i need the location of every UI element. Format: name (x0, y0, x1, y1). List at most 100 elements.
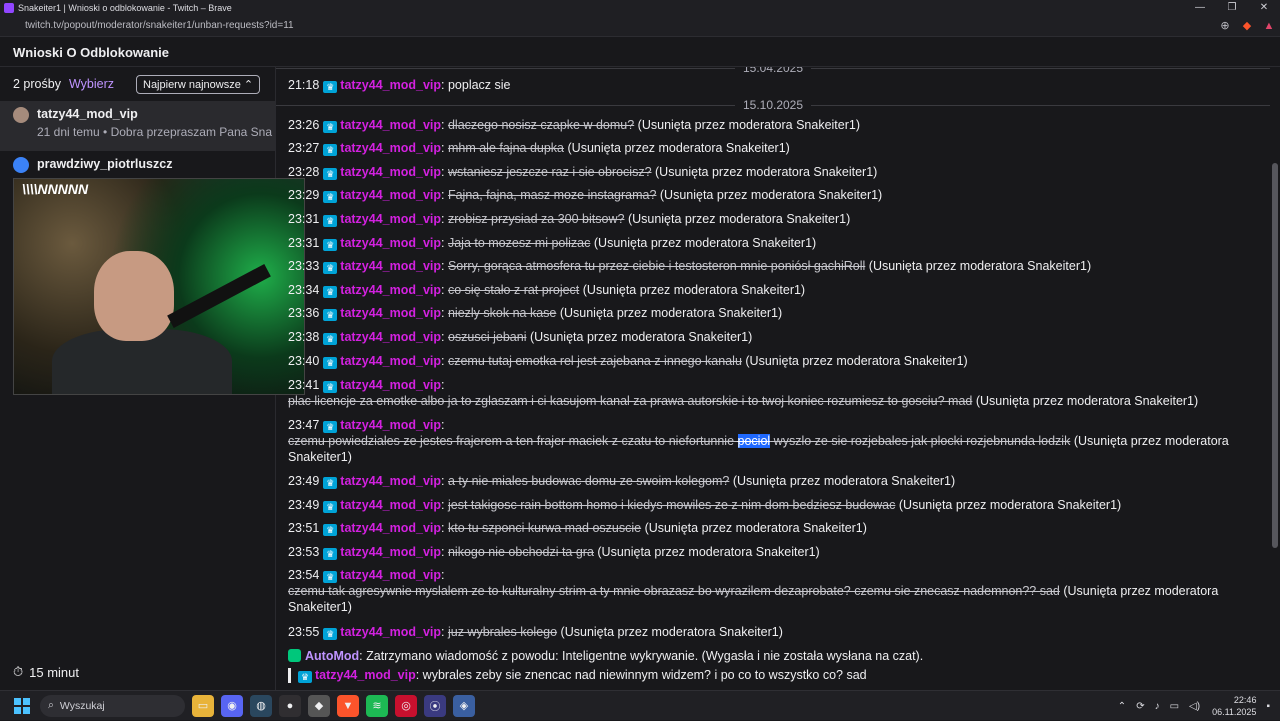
sidebar-toolbar: 2 prośby Wybierz Najpierw najnowsze ⌃ (0, 67, 275, 101)
vip-badge-icon: ♛ (323, 239, 338, 251)
spotify-icon[interactable]: ≋ (366, 694, 388, 717)
chat-message: 23:49 ♛ tatzy44_mod_vip: a ty nie miales b… (288, 474, 956, 489)
chat-username[interactable]: tatzy44_mod_vip (340, 474, 441, 488)
chat-message: 23:53 ♛ tatzy44_mod_vip: nikogo nie obchod… (288, 545, 820, 560)
automod-message: AutoMod: Zatrzymano wiadomość z powodu: … (288, 648, 1258, 664)
chat-username[interactable]: tatzy44_mod_vip (340, 378, 441, 392)
chat-username[interactable]: tatzy44_mod_vip (340, 545, 441, 559)
brave-icon[interactable]: ▼ (337, 694, 359, 717)
shield-app-icon[interactable]: ◆ (308, 694, 330, 717)
microphone-icon[interactable]: ♪ (1155, 701, 1160, 712)
webcam-person-face (94, 251, 174, 341)
zoom-icon[interactable]: ⊕ (1214, 19, 1236, 32)
vip-badge-icon: ♛ (323, 501, 338, 513)
chat-message: 23:47 ♛ tatzy44_mod_vip: czemu powiedziale… (288, 418, 1229, 464)
chat-message: 23:49 ♛ tatzy44_mod_vip: jest takigosc rai… (288, 498, 1122, 513)
system-tray: ⌃ ⟳ ♪ ▭ ◁) 22:46 06.11.2025 ▪ (1108, 691, 1270, 721)
chat-username[interactable]: tatzy44_mod_vip (340, 212, 441, 226)
chat-message: 23:29 ♛ tatzy44_mod_vip: Fajna, fajna, mas… (288, 188, 883, 203)
vip-badge-icon: ♛ (323, 421, 338, 433)
chat-username[interactable]: tatzy44_mod_vip (340, 521, 441, 535)
taskbar-search[interactable]: ⌕ Wyszukaj (40, 694, 185, 717)
vip-badge-icon: ♛ (323, 144, 338, 156)
brave-rewards-icon[interactable]: ▲ (1258, 20, 1280, 32)
vip-badge-icon: ♛ (323, 168, 338, 180)
chat-message: 23:34 ♛ tatzy44_mod_vip: co się stało z ra… (288, 283, 806, 298)
request-meta: 21 dni temu • Dobra przepraszam Pana Sna (37, 125, 272, 139)
chat-message: 23:40 ♛ tatzy44_mod_vip: czemu tutaj emotk… (288, 354, 968, 369)
chat-message: 23:28 ♛ tatzy44_mod_vip: wstaniesz jeszcze… (288, 165, 878, 180)
request-count: 2 prośby (13, 77, 61, 91)
notifications-icon[interactable]: ▪ (1266, 701, 1270, 712)
chat-username[interactable]: tatzy44_mod_vip (340, 625, 441, 639)
vip-badge-icon: ♛ (323, 286, 338, 298)
chat-username[interactable]: tatzy44_mod_vip (340, 165, 441, 179)
timeout-label: 15 minut (29, 664, 80, 680)
vip-badge-icon: ♛ (323, 548, 338, 560)
steam-icon[interactable]: ◍ (250, 694, 272, 717)
request-item[interactable]: tatzy44_mod_vip 21 dni temu • Dobra prze… (0, 101, 275, 151)
vip-badge-icon: ♛ (323, 215, 338, 227)
selected-text: pociol (737, 434, 771, 448)
chat-message: 23:27 ♛ tatzy44_mod_vip: mhm ale fajna dup… (288, 141, 790, 156)
windows-taskbar: ⌕ Wyszukaj ▭ ◉ ◍ ● ◆ ▼ ≋ ◎ ⦿ ◈ ⌃ ⟳ ♪ ▭ ◁)… (0, 690, 1280, 720)
vip-badge-icon: ♛ (323, 524, 338, 536)
volume-icon[interactable]: ◁) (1189, 701, 1200, 712)
request-username: prawdziwy_piotrluszcz (37, 157, 173, 171)
chevron-up-icon[interactable]: ⌃ (1118, 701, 1126, 712)
minimize-icon[interactable]: — (1184, 2, 1216, 13)
vip-badge-icon: ♛ (323, 333, 338, 345)
chat-username[interactable]: tatzy44_mod_vip (315, 668, 416, 682)
obs-icon[interactable]: ● (279, 694, 301, 717)
vip-badge-icon: ♛ (323, 628, 338, 640)
held-message-quote: ♛ tatzy44_mod_vip: wybrales zeby sie znen… (288, 668, 1248, 683)
scrollbar-thumb[interactable] (1272, 163, 1278, 548)
chat-username[interactable]: tatzy44_mod_vip (340, 141, 441, 155)
vip-badge-icon: ♛ (323, 309, 338, 321)
vip-badge-icon: ♛ (323, 262, 338, 274)
chat-username[interactable]: tatzy44_mod_vip (340, 118, 441, 132)
chat-message: 23:36 ♛ tatzy44_mod_vip: niezly skok na ka… (288, 306, 783, 321)
window-titlebar: Snakeiter1 | Wnioski o odblokowanie - Tw… (0, 0, 1280, 15)
audio-app-icon[interactable]: ⦿ (424, 694, 446, 717)
vip-badge-icon: ♛ (298, 671, 312, 683)
chat-app-icon[interactable]: ◎ (395, 694, 417, 717)
chat-username[interactable]: tatzy44_mod_vip (340, 568, 441, 582)
chat-message: 23:38 ♛ tatzy44_mod_vip: oszusci jebani (U… (288, 330, 753, 345)
windows-start-icon[interactable] (14, 697, 30, 714)
request-username: tatzy44_mod_vip (37, 107, 138, 121)
automod-shield-icon (288, 649, 301, 662)
sort-dropdown[interactable]: Najpierw najnowsze ⌃ (136, 74, 261, 94)
chat-username[interactable]: tatzy44_mod_vip (340, 354, 441, 368)
chat-username[interactable]: tatzy44_mod_vip (340, 330, 441, 344)
vpn-icon[interactable]: ◈ (453, 694, 475, 717)
avatar (13, 157, 29, 173)
restore-icon[interactable]: ❐ (1216, 2, 1248, 13)
page-title: Wnioski O Odblokowanie (0, 37, 1280, 67)
chat-username[interactable]: tatzy44_mod_vip (340, 236, 441, 250)
chat-message: 23:31 ♛ tatzy44_mod_vip: Jaja to mozesz mi… (288, 236, 817, 251)
chat-message: 23:26 ♛ tatzy44_mod_vip: dlaczego nosisz c… (288, 118, 860, 133)
vip-badge-icon: ♛ (323, 81, 338, 93)
discord-icon[interactable]: ◉ (221, 694, 243, 717)
chat-username[interactable]: tatzy44_mod_vip (340, 188, 441, 202)
network-icon[interactable]: ▭ (1170, 701, 1179, 712)
chat-username[interactable]: tatzy44_mod_vip (340, 306, 441, 320)
timeout-duration[interactable]: ⏱ 15 minut (13, 664, 79, 680)
file-explorer-icon[interactable]: ▭ (192, 694, 214, 717)
chat-username[interactable]: tatzy44_mod_vip (340, 283, 441, 297)
url-text[interactable]: twitch.tv/popout/moderator/snakeiter1/un… (0, 20, 1214, 31)
chat-username[interactable]: tatzy44_mod_vip (340, 259, 441, 273)
close-icon[interactable]: ✕ (1248, 2, 1280, 13)
address-bar[interactable]: twitch.tv/popout/moderator/snakeiter1/un… (0, 15, 1280, 37)
chat-username[interactable]: tatzy44_mod_vip (340, 78, 441, 92)
sync-icon[interactable]: ⟳ (1136, 701, 1144, 712)
date-separator: 15.10.2025 (276, 98, 1270, 112)
brave-shield-icon[interactable]: ◆ (1236, 19, 1258, 32)
chat-message: 23:51 ♛ tatzy44_mod_vip: kto tu szponci ku… (288, 521, 867, 536)
chat-username[interactable]: tatzy44_mod_vip (340, 498, 441, 512)
chat-username[interactable]: tatzy44_mod_vip (340, 418, 441, 432)
taskbar-clock[interactable]: 22:46 06.11.2025 (1212, 694, 1256, 718)
select-button[interactable]: Wybierz (69, 77, 114, 91)
chat-scrollbar[interactable] (1270, 67, 1280, 690)
